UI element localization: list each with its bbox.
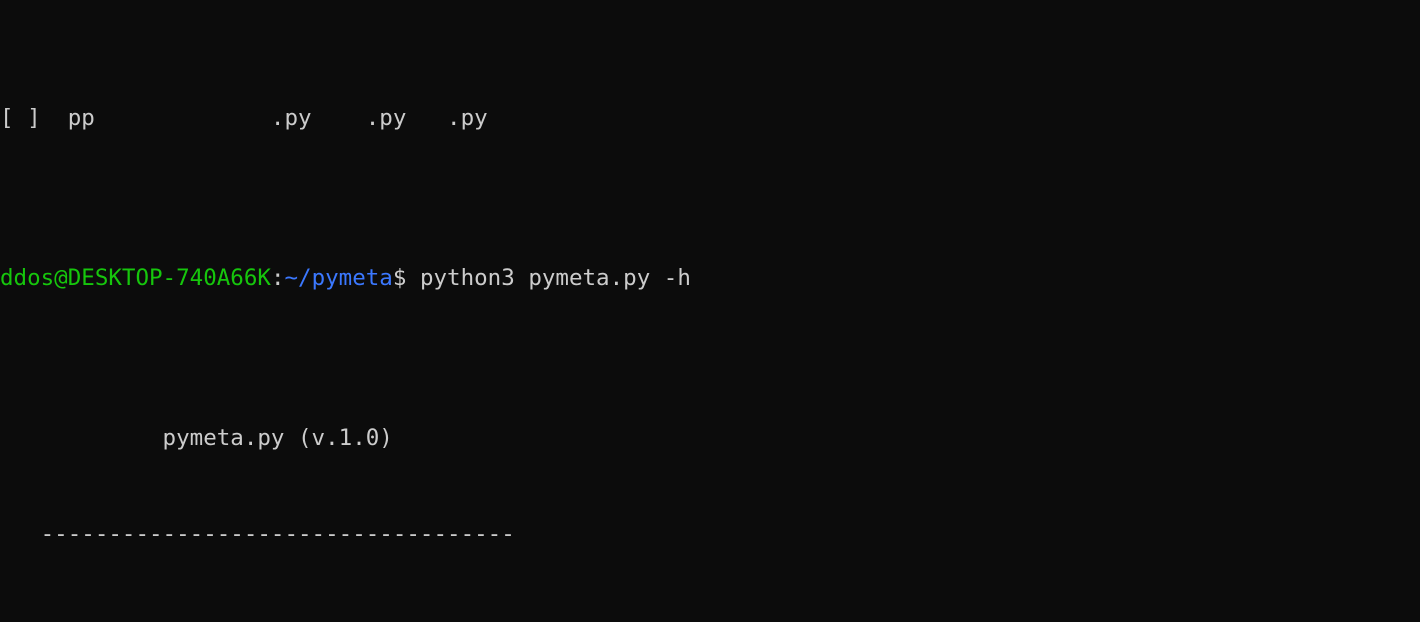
clipped-scrollback-line: [ ] pp .py .py .py	[0, 102, 1420, 134]
prompt-user-host: ddos@DESKTOP-740A66K	[0, 265, 271, 291]
banner-rule-line: -----------------------------------	[0, 518, 1420, 550]
banner-horizontal-rule: -----------------------------------	[0, 521, 515, 547]
banner-title-line: pymeta.py (v.1.0)	[0, 422, 1420, 454]
entered-command: python3 pymeta.py -h	[406, 265, 691, 291]
clipped-scrollback-text: [ ] pp .py .py .py	[0, 105, 488, 131]
command-prompt-line: ddos@DESKTOP-740A66K:~/pymeta$ python3 p…	[0, 262, 1420, 294]
prompt-symbol: $	[392, 265, 407, 291]
prompt-separator: :	[270, 265, 285, 291]
terminal-output-buffer: [ ] pp .py .py .py ddos@DESKTOP-740A66K:…	[0, 0, 1420, 622]
banner-title: pymeta.py (v.1.0)	[0, 425, 393, 451]
prompt-path: ~/pymeta	[284, 265, 393, 291]
terminal-window[interactable]: [ ] pp .py .py .py ddos@DESKTOP-740A66K:…	[0, 0, 1420, 622]
